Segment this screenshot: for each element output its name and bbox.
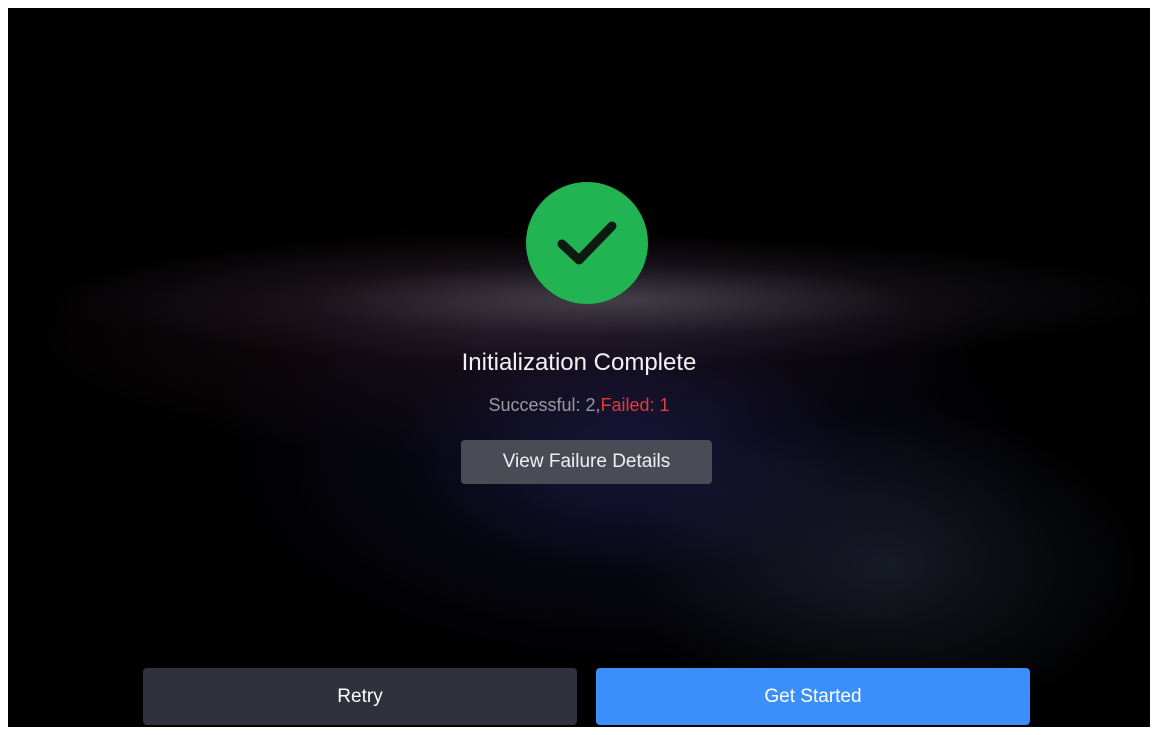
- retry-button[interactable]: Retry: [143, 668, 577, 725]
- status-summary: Successful: 2,Failed: 1: [8, 392, 1150, 418]
- status-title: Initialization Complete: [461, 349, 697, 376]
- get-started-button[interactable]: Get Started: [596, 668, 1030, 725]
- initialization-screen: Initialization Complete Successful: 2,Fa…: [8, 8, 1150, 727]
- success-count-text: Successful: 2,: [488, 395, 601, 415]
- success-check-icon: [526, 182, 648, 304]
- view-failure-details-button[interactable]: View Failure Details: [461, 440, 712, 484]
- checkmark-icon: [557, 221, 617, 265]
- failed-count-text: Failed: 1: [600, 395, 670, 415]
